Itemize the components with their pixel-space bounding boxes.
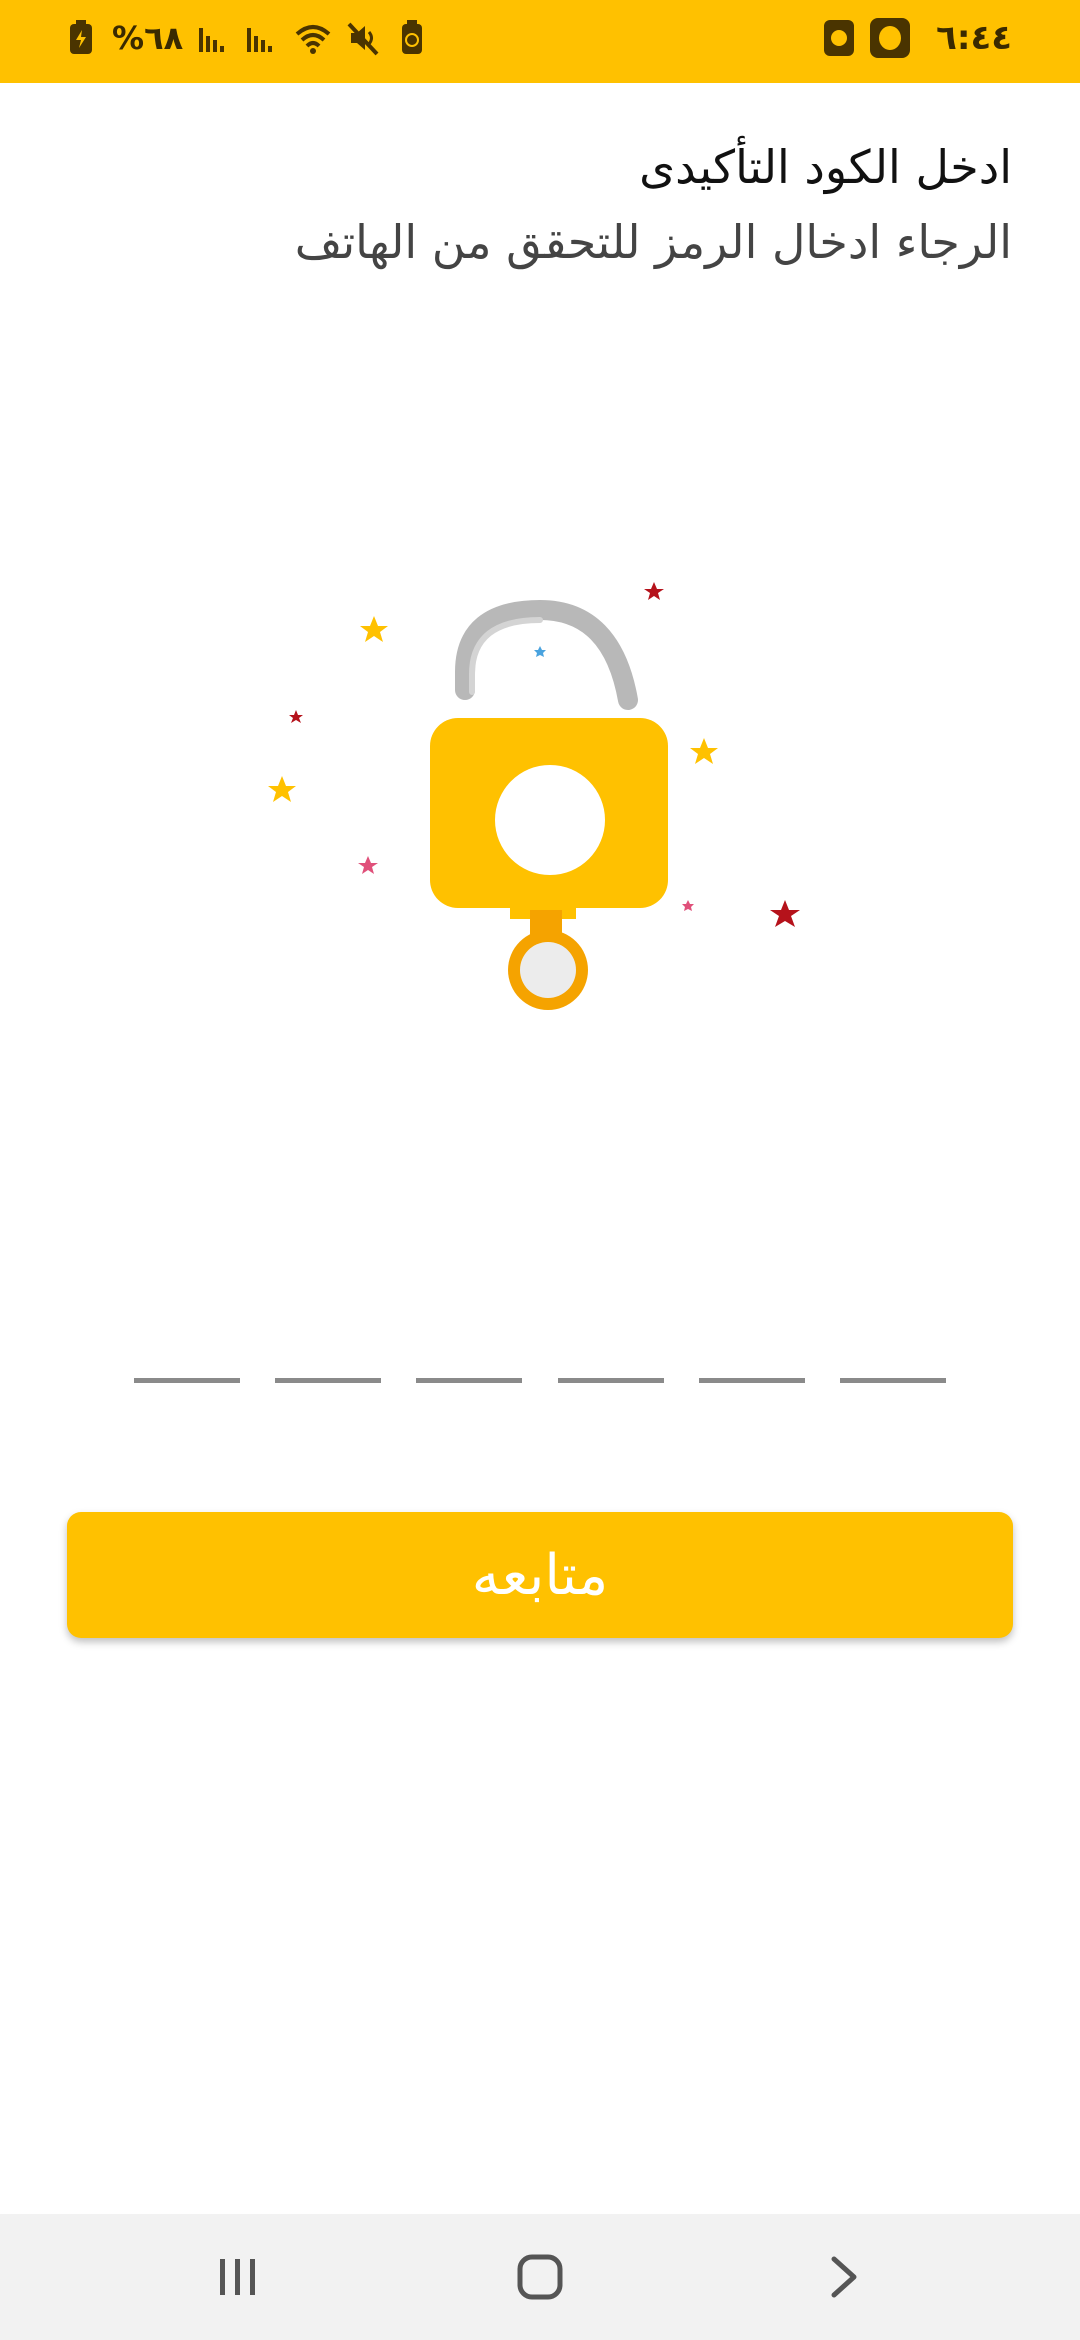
code-digit-1[interactable] [134, 1318, 240, 1383]
battery-icon [402, 20, 423, 54]
battery-percent: %٦٨ [112, 19, 184, 57]
page-title: ادخل الكود التأكيدى [639, 140, 1012, 194]
signal-1-icon [199, 28, 225, 52]
status-bar: ٦:٤٤ %٦٨ [0, 0, 1080, 83]
recent-apps-icon [220, 2259, 255, 2295]
system-navigation-bar [0, 2214, 1080, 2340]
home-icon [517, 2254, 563, 2300]
code-digit-3[interactable] [416, 1318, 523, 1383]
back-button[interactable] [804, 2242, 884, 2312]
signal-2-icon [247, 28, 273, 52]
recent-apps-button[interactable] [198, 2242, 278, 2312]
battery-saver-icon [70, 20, 92, 54]
wifi-icon [295, 25, 331, 54]
code-digit-4[interactable] [557, 1318, 664, 1383]
page-subtitle: الرجاء ادخال الرمز للتحقق من الهاتف [294, 215, 1012, 269]
code-digit-5[interactable] [698, 1318, 805, 1383]
back-chevron-icon [831, 2256, 857, 2298]
padlock-illustration-icon [268, 582, 800, 1010]
status-notification-icons [824, 18, 910, 58]
app-notification-icon [870, 18, 910, 58]
continue-button[interactable]: متابعه [67, 1512, 1013, 1638]
status-system-icons: %٦٨ [64, 18, 429, 58]
alarm-icon [824, 20, 854, 56]
home-button[interactable] [500, 2242, 580, 2312]
status-time: ٦:٤٤ [936, 18, 1012, 58]
verification-screen: ٦:٤٤ %٦٨ ادخل الكود التأكيدى الرجاء ادخا… [0, 0, 1080, 2340]
mute-icon [347, 22, 379, 56]
code-digit-6[interactable] [839, 1318, 946, 1383]
verification-code-input [134, 1318, 946, 1383]
code-digit-2[interactable] [275, 1318, 382, 1383]
